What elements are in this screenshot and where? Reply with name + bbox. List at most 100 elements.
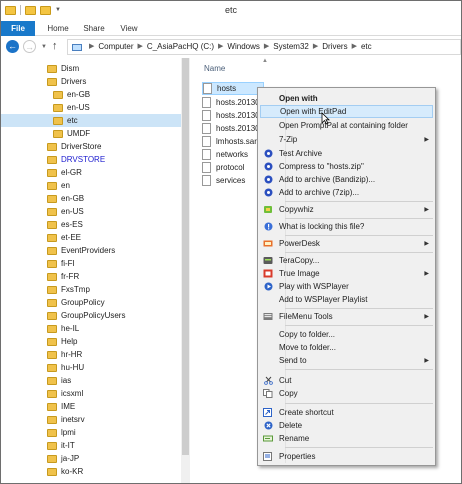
file-row[interactable]: hosts.20130 bbox=[202, 122, 260, 135]
tree-item[interactable]: DriverStore bbox=[47, 140, 101, 153]
menu-item-add-wsplayer-playlist[interactable]: Add to WSPlayer Playlist bbox=[260, 293, 433, 306]
tree-item[interactable]: fi-FI bbox=[47, 257, 75, 270]
forward-arrow-icon[interactable]: → bbox=[23, 40, 36, 53]
tree-item[interactable]: GroupPolicy bbox=[47, 296, 105, 309]
tree-item[interactable]: Help bbox=[47, 335, 77, 348]
menu-item-copy[interactable]: Copy bbox=[260, 387, 433, 400]
tab-view[interactable]: View bbox=[115, 21, 143, 36]
file-row-hosts[interactable]: hosts bbox=[202, 82, 264, 95]
folder-icon bbox=[47, 350, 57, 359]
tree-item[interactable]: en-GB bbox=[53, 88, 90, 101]
tree-item[interactable]: icsxml bbox=[47, 387, 83, 400]
folder-icon bbox=[47, 415, 57, 424]
tree-item[interactable]: UMDF bbox=[53, 127, 90, 140]
chevron-right-icon[interactable]: ▶ bbox=[218, 40, 223, 54]
context-menu: Open with Open with EditPad Open PromptP… bbox=[257, 87, 436, 466]
chevron-right-icon[interactable]: ▶ bbox=[138, 40, 143, 54]
folder-icon bbox=[47, 467, 57, 476]
file-row[interactable]: hosts.20130 bbox=[202, 109, 260, 122]
tab-home[interactable]: Home bbox=[43, 21, 73, 36]
tree-item[interactable]: en-US bbox=[47, 205, 84, 218]
tree-item[interactable]: ko-KR bbox=[47, 465, 83, 478]
tab-file[interactable]: File bbox=[1, 21, 35, 36]
breadcrumb-drive[interactable]: C_AsiaPacHQ (C:) bbox=[147, 40, 214, 54]
menu-item-compress-zip[interactable]: Compress to "hosts.zip" bbox=[260, 160, 433, 173]
breadcrumb-etc[interactable]: etc bbox=[361, 40, 372, 54]
menu-item-send-to[interactable]: Send to ▶ bbox=[260, 354, 433, 367]
menu-item-7zip[interactable]: 7-Zip ▶ bbox=[260, 133, 433, 146]
tree-item[interactable]: he-IL bbox=[47, 322, 79, 335]
menu-item-open-promptpal[interactable]: Open PromptPal at containing folder bbox=[260, 119, 433, 132]
tree-item[interactable]: it-IT bbox=[47, 439, 75, 452]
properties-icon bbox=[263, 452, 273, 461]
file-row[interactable]: lmhosts.sar bbox=[202, 135, 257, 148]
recent-locations-dropdown-icon[interactable]: ▼ bbox=[41, 44, 47, 50]
chevron-right-icon[interactable]: ▶ bbox=[313, 40, 318, 54]
tree-item[interactable]: ias bbox=[47, 374, 71, 387]
tree-item[interactable]: el-GR bbox=[47, 166, 82, 179]
folder-icon bbox=[47, 389, 57, 398]
chevron-right-icon[interactable]: ▶ bbox=[264, 40, 269, 54]
file-row[interactable]: protocol bbox=[202, 161, 244, 174]
tree-item[interactable]: ja-JP bbox=[47, 452, 79, 465]
menu-item-filemenu-tools[interactable]: FileMenu Tools ▶ bbox=[260, 310, 433, 323]
tree-item[interactable]: EventProviders bbox=[47, 244, 115, 257]
navigation-pane-scrollbar[interactable] bbox=[181, 58, 190, 483]
file-row[interactable]: hosts.20130 bbox=[202, 96, 260, 109]
back-arrow-icon[interactable]: ← bbox=[6, 40, 19, 53]
menu-item-delete[interactable]: Delete bbox=[260, 419, 433, 432]
tree-item[interactable]: GroupPolicyUsers bbox=[47, 309, 125, 322]
menu-item-open-with-editpad[interactable]: Open with EditPad bbox=[260, 105, 433, 118]
tree-item[interactable]: et-EE bbox=[47, 231, 81, 244]
tree-item[interactable]: DRVSTORE bbox=[47, 153, 105, 166]
menu-item-test-archive[interactable]: Test Archive bbox=[260, 147, 433, 160]
menu-separator bbox=[285, 369, 433, 370]
tree-item[interactable]: es-ES bbox=[47, 218, 83, 231]
menu-item-teracopy[interactable]: TeraCopy... bbox=[260, 254, 433, 267]
menu-item-copywhiz[interactable]: Copywhiz ▶ bbox=[260, 203, 433, 216]
menu-item-powerdesk[interactable]: PowerDesk ▶ bbox=[260, 237, 433, 250]
breadcrumb-windows[interactable]: Windows bbox=[227, 40, 259, 54]
menu-item-what-is-locking[interactable]: What is locking this file? bbox=[260, 220, 433, 233]
up-arrow-icon[interactable]: ↑ bbox=[52, 40, 58, 52]
file-row[interactable]: networks bbox=[202, 148, 248, 161]
breadcrumb-drivers[interactable]: Drivers bbox=[322, 40, 347, 54]
breadcrumb-computer[interactable]: Computer bbox=[98, 40, 133, 54]
menu-item-add-archive-bandizip[interactable]: Add to archive (Bandizip)... bbox=[260, 173, 433, 186]
tab-share[interactable]: Share bbox=[79, 21, 109, 36]
menu-item-move-to-folder[interactable]: Move to folder... bbox=[260, 341, 433, 354]
menu-item-properties[interactable]: Properties bbox=[260, 450, 433, 463]
folder-icon bbox=[47, 142, 57, 151]
tree-item[interactable]: IME bbox=[47, 400, 75, 413]
tree-item[interactable]: en-US bbox=[53, 101, 90, 114]
menu-item-cut[interactable]: Cut bbox=[260, 374, 433, 387]
menu-item-create-shortcut[interactable]: Create shortcut bbox=[260, 406, 433, 419]
tree-item[interactable]: lpmi bbox=[47, 426, 76, 439]
file-icon bbox=[202, 149, 211, 160]
tree-item[interactable]: en-GB bbox=[47, 192, 84, 205]
folder-icon bbox=[53, 116, 63, 125]
tree-item[interactable]: hr-HR bbox=[47, 348, 82, 361]
menu-item-true-image[interactable]: True Image ▶ bbox=[260, 267, 433, 280]
breadcrumb-system32[interactable]: System32 bbox=[273, 40, 309, 54]
address-bar[interactable]: ▶ Computer ▶ C_AsiaPacHQ (C:) ▶ Windows ▶ Syste… bbox=[67, 39, 461, 55]
scrollbar-thumb[interactable] bbox=[182, 58, 189, 455]
menu-item-add-archive-7zip[interactable]: Add to archive (7zip)... bbox=[260, 186, 433, 199]
menu-item-open-with[interactable]: Open with bbox=[260, 92, 433, 105]
tree-item[interactable]: fr-FR bbox=[47, 270, 79, 283]
menu-item-copy-to-folder[interactable]: Copy to folder... bbox=[260, 328, 433, 341]
file-row[interactable]: services bbox=[202, 174, 245, 187]
chevron-right-icon[interactable]: ▶ bbox=[89, 40, 94, 54]
tree-item[interactable]: en bbox=[47, 179, 70, 192]
tree-item[interactable]: hu-HU bbox=[47, 361, 84, 374]
tree-item[interactable]: Dism bbox=[47, 62, 79, 75]
tree-item-etc[interactable]: etc bbox=[1, 114, 181, 127]
tree-item[interactable]: Drivers bbox=[47, 75, 86, 88]
column-header-name[interactable]: Name bbox=[204, 64, 225, 73]
tree-item[interactable]: inetsrv bbox=[47, 413, 85, 426]
chevron-right-icon[interactable]: ▶ bbox=[352, 40, 357, 54]
menu-item-rename[interactable]: Rename bbox=[260, 432, 433, 445]
folder-icon bbox=[53, 90, 63, 99]
tree-item[interactable]: FxsTmp bbox=[47, 283, 90, 296]
menu-item-play-wsplayer[interactable]: Play with WSPlayer bbox=[260, 280, 433, 293]
